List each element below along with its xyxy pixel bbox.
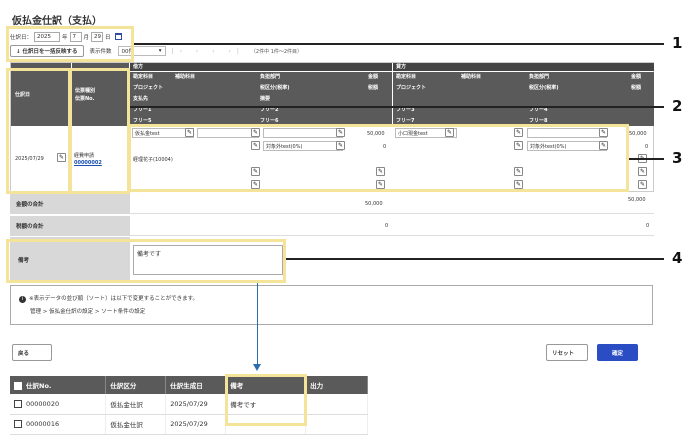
callout-line-1 bbox=[134, 43, 664, 45]
tax-total-row: 税額の合計 0 0 bbox=[10, 216, 654, 236]
debit-h-free5: フリー5 bbox=[133, 118, 152, 124]
highlight-box-3 bbox=[128, 124, 629, 192]
debit-h-amount: 金額 bbox=[368, 74, 379, 80]
debit-h-tax: 税額 bbox=[368, 85, 379, 91]
credit-h-free8: フリー8 bbox=[529, 118, 548, 124]
journal-list-table: 仕訳No. 仕訳区分 仕訳生成日 備考 出力 00000020 仮払金仕訳 20… bbox=[10, 376, 368, 435]
list-cell-date: 2025/07/29 bbox=[165, 394, 227, 415]
credit-tax[interactable]: 0 bbox=[645, 144, 648, 150]
credit-amount[interactable]: 50,000 bbox=[629, 131, 647, 137]
row-checkbox[interactable] bbox=[14, 420, 22, 428]
confirm-button[interactable]: 確定 bbox=[597, 344, 638, 361]
highlight-box-1 bbox=[6, 26, 134, 62]
list-header-output: 出力 bbox=[305, 376, 368, 394]
select-all-checkbox[interactable] bbox=[14, 382, 22, 390]
list-cell-no: 00000016 bbox=[10, 414, 107, 435]
callout-3: 3 bbox=[672, 149, 683, 167]
table-row[interactable]: 00000020 仮払金仕訳 2025/07/29 備考です bbox=[10, 394, 368, 415]
debit-h-summary: 摘要 bbox=[260, 96, 271, 102]
pager-count: （2件中 1件〜2件目） bbox=[250, 48, 303, 55]
debit-h-free6: フリー6 bbox=[260, 118, 279, 124]
sort-info-box: i ※表示データの並び順（ソート）は以下で変更することができます。 管理 > 仮払… bbox=[10, 285, 653, 325]
row-checkbox[interactable] bbox=[14, 399, 22, 408]
pager-controls[interactable]: |‹ ‹ › ›| bbox=[172, 48, 245, 55]
list-cell-type: 仮払金仕訳 bbox=[105, 394, 167, 415]
list-cell-type: 仮払金仕訳 bbox=[105, 414, 167, 435]
info-icon: i bbox=[19, 296, 26, 303]
callout-line-3 bbox=[629, 158, 664, 160]
credit-h-free7: フリー7 bbox=[396, 118, 415, 124]
credit-h-tax: 税額 bbox=[631, 85, 642, 91]
debit-h-account: 勘定科目 bbox=[133, 74, 154, 80]
credit-h-project: プロジェクト bbox=[396, 85, 427, 91]
callout-line-2 bbox=[130, 106, 664, 108]
credit-free8-pencil-icon[interactable]: ✎ bbox=[638, 180, 647, 189]
highlight-box-2b bbox=[69, 68, 130, 194]
debit-h-taxclass: 税区分(税率) bbox=[260, 85, 290, 91]
callout-1: 1 bbox=[672, 34, 683, 52]
amount-total-debit: 50,000 bbox=[365, 201, 383, 207]
list-no-text: 00000020 bbox=[26, 399, 60, 408]
list-no-text: 00000016 bbox=[26, 420, 60, 428]
list-header-type: 仕訳区分 bbox=[105, 376, 167, 394]
highlight-box-4 bbox=[6, 239, 286, 283]
credit-h-taxclass: 税区分(税率) bbox=[529, 85, 559, 91]
arrow-down-icon bbox=[253, 364, 261, 371]
callout-line-4 bbox=[286, 258, 664, 260]
list-cell-no: 00000020 bbox=[10, 394, 107, 415]
list-header-no-label: 仕訳No. bbox=[26, 382, 52, 390]
debit-h-dept: 負担部門 bbox=[260, 74, 281, 80]
debit-h-payee: 支払先 bbox=[133, 96, 149, 102]
credit-h-amount: 金額 bbox=[631, 74, 642, 80]
callout-2: 2 bbox=[672, 97, 683, 115]
debit-h-project: プロジェクト bbox=[133, 85, 164, 91]
credit-h-account: 勘定科目 bbox=[396, 74, 417, 80]
list-cell-date: 2025/07/29 bbox=[165, 414, 227, 435]
amount-total-row: 金額の合計 50,000 50,000 bbox=[10, 194, 654, 214]
credit-header: 貸方 bbox=[393, 63, 654, 71]
callout-4: 4 bbox=[672, 249, 683, 267]
amount-total-credit: 50,000 bbox=[628, 197, 646, 203]
info-line1: ※表示データの並び順（ソート）は以下で変更することができます。 bbox=[29, 296, 199, 302]
list-header-date: 仕訳生成日 bbox=[165, 376, 227, 394]
page-title: 仮払金仕訳（支払） bbox=[12, 16, 102, 27]
tax-total-debit: 0 bbox=[385, 223, 389, 229]
credit-h-subaccount: 補助科目 bbox=[461, 74, 482, 80]
list-header-row: 仕訳No. 仕訳区分 仕訳生成日 備考 出力 bbox=[10, 376, 368, 394]
highlight-box-list-remark bbox=[225, 374, 307, 426]
chevron-down-icon: ▾ bbox=[158, 48, 162, 54]
credit-h-dept: 負担部門 bbox=[529, 74, 550, 80]
amount-total-label: 金額の合計 bbox=[10, 194, 130, 214]
list-cell-output bbox=[305, 414, 368, 435]
back-button[interactable]: 戻る bbox=[12, 344, 52, 361]
arrow-line bbox=[257, 283, 258, 365]
table-row[interactable]: 00000016 仮払金仕訳 2025/07/29 bbox=[10, 414, 368, 435]
credit-free4-pencil-icon[interactable]: ✎ bbox=[638, 167, 647, 176]
info-line2: 管理 > 仮払金仕訳の設定 > ソート条件の設定 bbox=[30, 309, 146, 315]
tax-total-label: 税額の合計 bbox=[10, 216, 130, 236]
reset-button[interactable]: リセット bbox=[546, 344, 588, 361]
debit-h-subaccount: 補助科目 bbox=[175, 74, 196, 80]
debit-header: 借方 bbox=[130, 63, 392, 71]
list-header-no: 仕訳No. bbox=[10, 376, 107, 394]
debit-subheader: 勘定科目 補助科目 負担部門 金額 プロジェクト 税区分(税率) 税額 支払先 … bbox=[130, 72, 392, 126]
credit-subheader: 勘定科目 補助科目 負担部門 金額 プロジェクト 税区分(税率) 税額 フリー3… bbox=[393, 72, 654, 126]
list-cell-output bbox=[305, 394, 368, 415]
tax-total-credit: 0 bbox=[646, 223, 650, 229]
highlight-box-2a bbox=[6, 68, 71, 194]
